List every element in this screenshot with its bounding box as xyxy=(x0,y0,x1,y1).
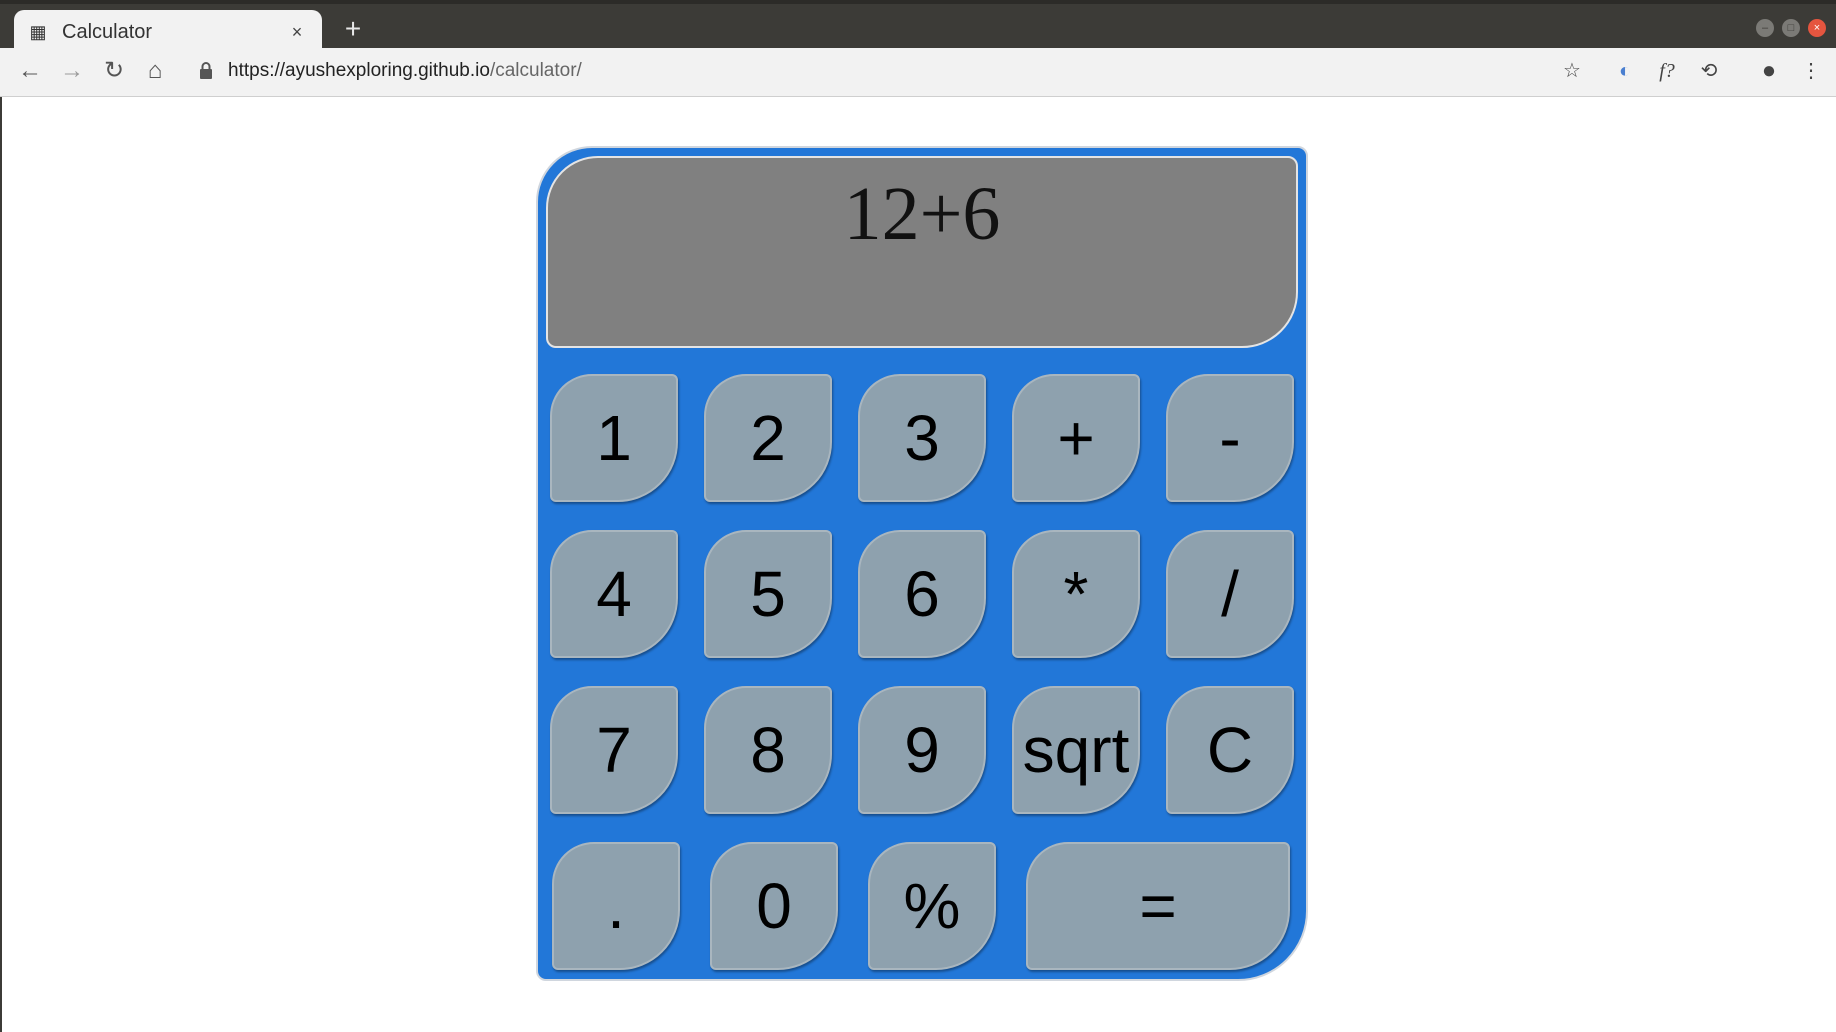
tab-strip: ▦ Calculator × + – □ × xyxy=(0,0,1836,54)
key-minus[interactable]: - xyxy=(1166,374,1294,502)
page-edge xyxy=(0,97,2,1032)
maximize-window-button[interactable]: □ xyxy=(1782,19,1800,37)
key-divide[interactable]: / xyxy=(1166,530,1294,658)
tab-title: Calculator xyxy=(62,20,153,43)
key-1[interactable]: 1 xyxy=(550,374,678,502)
key-percent[interactable]: % xyxy=(868,842,996,970)
key-5[interactable]: 5 xyxy=(704,530,832,658)
extension-icon[interactable]: ◐ xyxy=(1611,57,1639,85)
menu-icon[interactable]: ⋮ xyxy=(1797,57,1825,85)
key-equals[interactable]: = xyxy=(1026,842,1290,970)
back-arrow-icon[interactable]: ← xyxy=(15,56,45,86)
key-clear[interactable]: C xyxy=(1166,686,1294,814)
new-tab-button[interactable]: + xyxy=(338,14,368,44)
bookmark-star-icon[interactable]: ☆ xyxy=(1558,57,1586,85)
key-3[interactable]: 3 xyxy=(858,374,986,502)
window-controls: – □ × xyxy=(1756,19,1826,37)
key-0[interactable]: 0 xyxy=(710,842,838,970)
calculator-body: 12+6 1 2 3 + - 4 5 6 * / 7 8 9 sqrt C . … xyxy=(536,146,1308,981)
key-multiply[interactable]: * xyxy=(1012,530,1140,658)
lock-icon xyxy=(200,62,212,79)
profile-icon[interactable]: ● xyxy=(1755,57,1783,85)
reload-icon[interactable]: ↻ xyxy=(99,56,129,86)
address-bar[interactable]: https://ayushexploring.github.io/calcula… xyxy=(228,60,582,82)
calculator-favicon-icon: ▦ xyxy=(29,22,47,42)
minimize-window-button[interactable]: – xyxy=(1756,19,1774,37)
key-sqrt[interactable]: sqrt xyxy=(1012,686,1140,814)
home-icon[interactable]: ⌂ xyxy=(140,56,170,86)
url-host: https://ayushexploring.github.io xyxy=(228,60,490,81)
formula-extension-icon[interactable]: f? xyxy=(1653,57,1681,85)
key-plus[interactable]: + xyxy=(1012,374,1140,502)
sync-extension-icon[interactable]: ⟲ xyxy=(1695,57,1723,85)
key-6[interactable]: 6 xyxy=(858,530,986,658)
forward-arrow-icon[interactable]: → xyxy=(57,56,87,86)
key-decimal[interactable]: . xyxy=(552,842,680,970)
key-4[interactable]: 4 xyxy=(550,530,678,658)
url-path: /calculator/ xyxy=(489,60,582,81)
key-8[interactable]: 8 xyxy=(704,686,832,814)
key-7[interactable]: 7 xyxy=(550,686,678,814)
close-window-button[interactable]: × xyxy=(1808,19,1826,37)
calculator-display: 12+6 xyxy=(546,156,1298,348)
key-9[interactable]: 9 xyxy=(858,686,986,814)
key-2[interactable]: 2 xyxy=(704,374,832,502)
tab-close-icon[interactable]: × xyxy=(286,21,308,43)
browser-toolbar: ← → ↻ ⌂ https://ayushexploring.github.io… xyxy=(0,48,1836,97)
